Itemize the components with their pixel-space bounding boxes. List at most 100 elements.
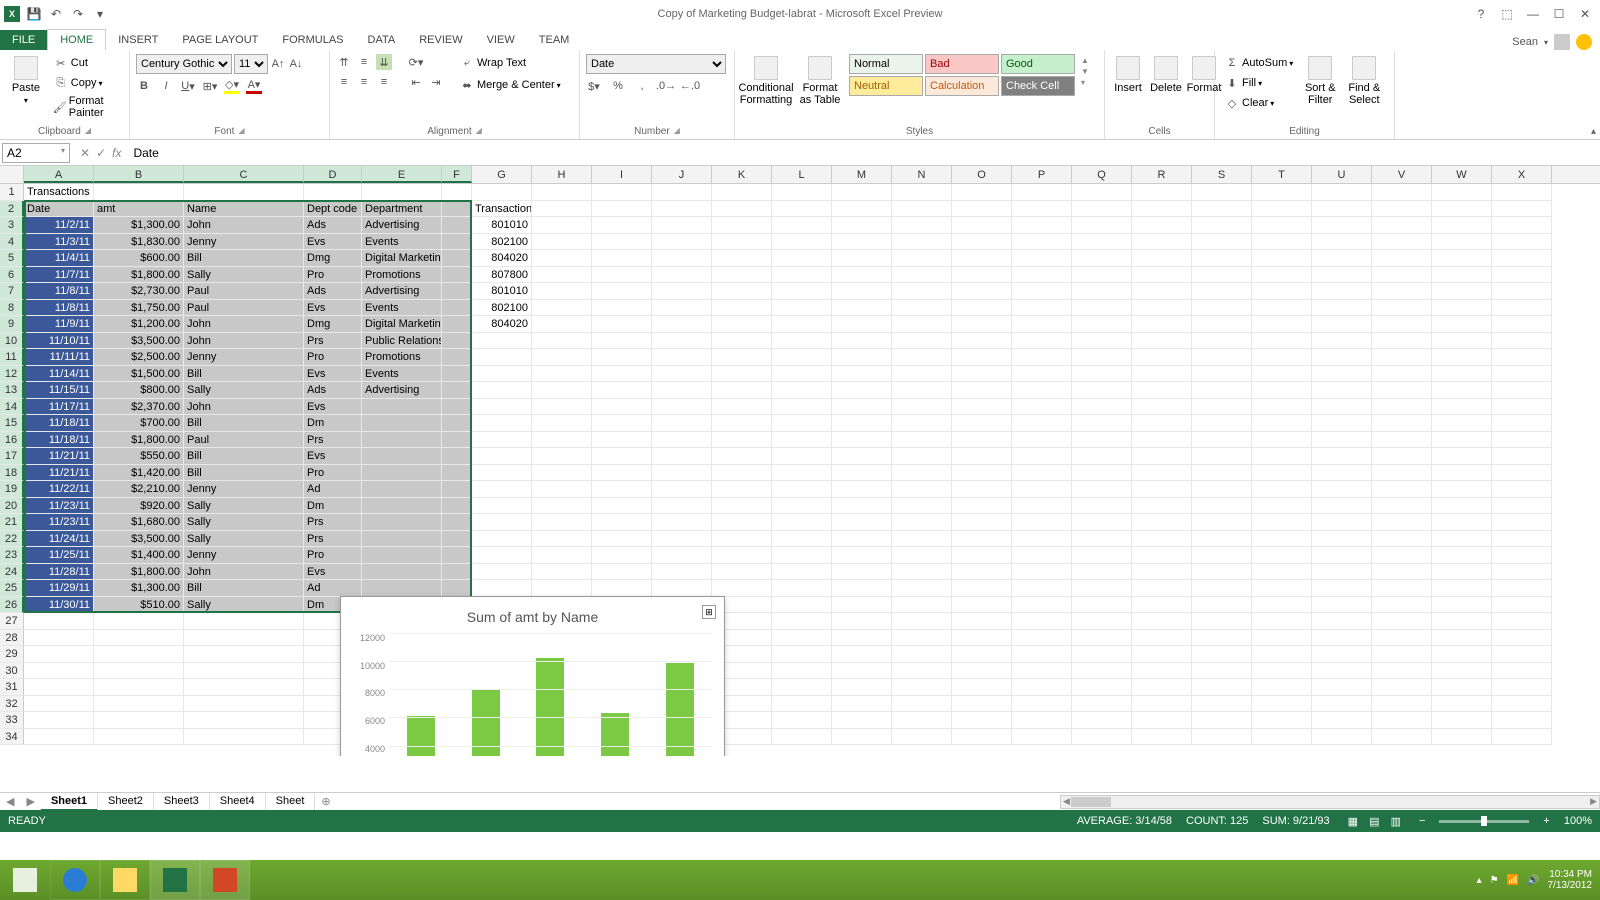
cell[interactable]: [442, 201, 472, 218]
cell[interactable]: [1492, 514, 1552, 531]
cell[interactable]: [1192, 366, 1252, 383]
cell[interactable]: 11/18/11: [24, 415, 94, 432]
cell[interactable]: [532, 432, 592, 449]
cell[interactable]: [832, 415, 892, 432]
cell[interactable]: [1252, 613, 1312, 630]
cell[interactable]: [362, 498, 442, 515]
cell[interactable]: [1432, 250, 1492, 267]
cell[interactable]: [592, 250, 652, 267]
cell[interactable]: Jenny: [184, 349, 304, 366]
cell[interactable]: [1072, 267, 1132, 284]
cell[interactable]: [1372, 465, 1432, 482]
cell[interactable]: [1312, 349, 1372, 366]
cell[interactable]: [592, 498, 652, 515]
cell[interactable]: [652, 415, 712, 432]
cell[interactable]: Transaction code: [472, 201, 532, 218]
qat-dropdown-icon[interactable]: ▾: [92, 6, 108, 22]
cell[interactable]: [1072, 547, 1132, 564]
row-header[interactable]: 1: [0, 184, 24, 201]
cell[interactable]: [652, 184, 712, 201]
cell[interactable]: [652, 432, 712, 449]
cell[interactable]: [652, 366, 712, 383]
cell[interactable]: [442, 531, 472, 548]
cell[interactable]: [772, 283, 832, 300]
cell[interactable]: [94, 613, 184, 630]
cell[interactable]: [442, 283, 472, 300]
cell[interactable]: [1432, 399, 1492, 416]
cell[interactable]: [712, 366, 772, 383]
dialog-launcher-icon[interactable]: ◢: [674, 126, 680, 137]
cell[interactable]: Pro: [304, 547, 362, 564]
cell[interactable]: [1192, 597, 1252, 614]
cell[interactable]: 11/23/11: [24, 514, 94, 531]
cell[interactable]: [442, 316, 472, 333]
view-page-layout-icon[interactable]: ▤: [1365, 816, 1383, 828]
tab-data[interactable]: DATA: [356, 30, 408, 50]
cell[interactable]: [1132, 481, 1192, 498]
cell[interactable]: [952, 448, 1012, 465]
cell[interactable]: [952, 531, 1012, 548]
cell[interactable]: [472, 498, 532, 515]
wrap-text-button[interactable]: ⤶Wrap Text: [456, 54, 564, 72]
cell[interactable]: [712, 316, 772, 333]
cell[interactable]: [1372, 300, 1432, 317]
cell[interactable]: [1192, 580, 1252, 597]
dialog-launcher-icon[interactable]: ◢: [85, 126, 91, 137]
col-header-M[interactable]: M: [832, 166, 892, 183]
cell[interactable]: [1192, 432, 1252, 449]
cell[interactable]: Bill: [184, 580, 304, 597]
volume-icon[interactable]: 🔊: [1527, 875, 1539, 886]
cell[interactable]: Bill: [184, 250, 304, 267]
orientation-icon[interactable]: ⟳▾: [408, 54, 424, 70]
cell[interactable]: Bill: [184, 366, 304, 383]
cell[interactable]: [1252, 630, 1312, 647]
cell[interactable]: [532, 184, 592, 201]
cell[interactable]: [1252, 696, 1312, 713]
cell[interactable]: [472, 382, 532, 399]
cell[interactable]: [832, 448, 892, 465]
cell[interactable]: [1132, 316, 1192, 333]
align-top-icon[interactable]: ⇈: [336, 54, 352, 70]
cell[interactable]: [1312, 514, 1372, 531]
cell[interactable]: [1432, 465, 1492, 482]
cell[interactable]: [1132, 217, 1192, 234]
cell[interactable]: 11/23/11: [24, 498, 94, 515]
sheet-nav-prev-icon[interactable]: ◀: [0, 795, 20, 808]
cell[interactable]: Paul: [184, 283, 304, 300]
cell[interactable]: [652, 201, 712, 218]
cell[interactable]: Jenny: [184, 481, 304, 498]
cell[interactable]: 11/2/11: [24, 217, 94, 234]
cell[interactable]: [1012, 184, 1072, 201]
cell[interactable]: [832, 349, 892, 366]
row-header[interactable]: 13: [0, 382, 24, 399]
cell[interactable]: [772, 646, 832, 663]
sheet-tab-sheet3[interactable]: Sheet3: [154, 793, 210, 811]
row-header[interactable]: 2: [0, 201, 24, 218]
cell[interactable]: Evs: [304, 300, 362, 317]
cell[interactable]: [304, 184, 362, 201]
cell[interactable]: [1252, 531, 1312, 548]
cell[interactable]: [1432, 300, 1492, 317]
cell[interactable]: [1492, 234, 1552, 251]
cell[interactable]: [1372, 481, 1432, 498]
cell[interactable]: [1372, 580, 1432, 597]
cell[interactable]: [532, 498, 592, 515]
cell[interactable]: [1492, 547, 1552, 564]
cell[interactable]: [1432, 630, 1492, 647]
cell[interactable]: [1252, 201, 1312, 218]
cell[interactable]: 11/14/11: [24, 366, 94, 383]
cell[interactable]: $600.00: [94, 250, 184, 267]
network-icon[interactable]: 📶: [1507, 875, 1519, 886]
start-button[interactable]: [0, 860, 50, 900]
cell[interactable]: [1072, 597, 1132, 614]
cell[interactable]: [1072, 184, 1132, 201]
cell[interactable]: [1492, 382, 1552, 399]
cell[interactable]: 11/24/11: [24, 531, 94, 548]
cell[interactable]: [442, 564, 472, 581]
cell[interactable]: [532, 250, 592, 267]
cell[interactable]: [832, 646, 892, 663]
cell[interactable]: [952, 333, 1012, 350]
cell[interactable]: [892, 498, 952, 515]
cell[interactable]: [1312, 663, 1372, 680]
cell[interactable]: [1312, 481, 1372, 498]
